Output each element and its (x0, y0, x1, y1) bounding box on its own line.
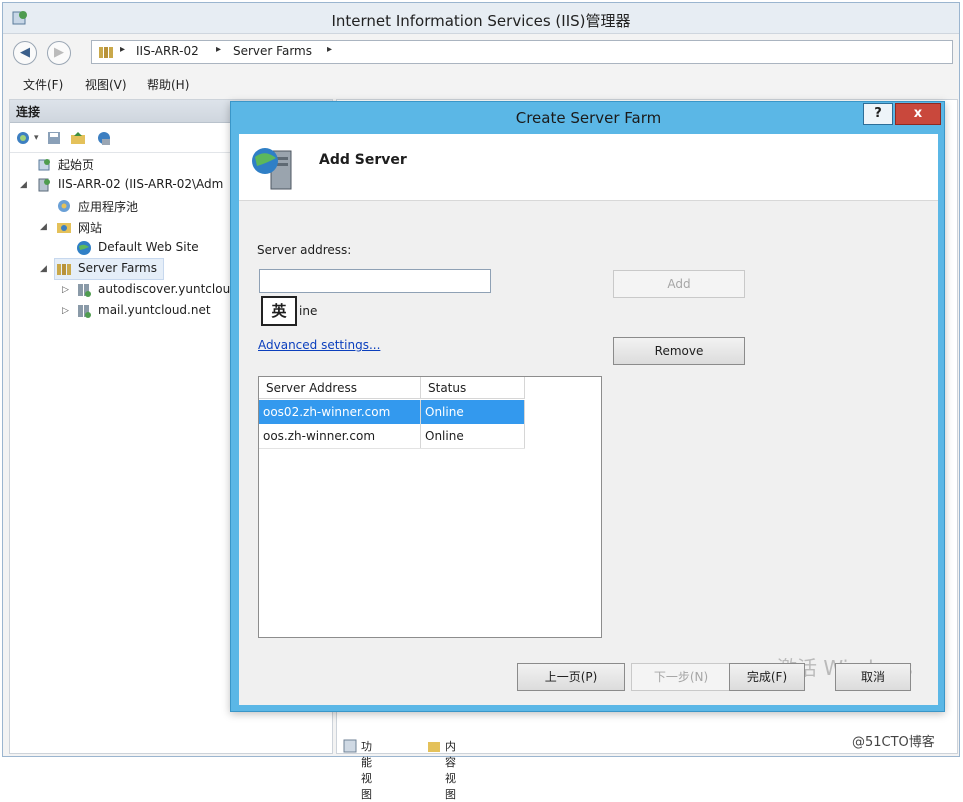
server-list[interactable]: Server Address Status oos02.zh-winner.co… (258, 376, 602, 638)
connections-title: 连接 (16, 105, 41, 119)
sites-folder-icon (57, 223, 71, 233)
create-server-farm-dialog: Create Server Farm ? x Add Server Server… (230, 101, 945, 712)
ime-indicator: 英 (261, 296, 297, 326)
address-bar[interactable]: ▸ IIS-ARR-02 ▸ Server Farms ▸ (91, 40, 953, 64)
tree-item-sites[interactable]: 网站 (78, 219, 102, 236)
breadcrumb-server-farms[interactable]: Server Farms (233, 44, 312, 58)
tab-features-view[interactable]: 功能视图 (361, 738, 372, 802)
breadcrumb-separator: ▸ (120, 44, 126, 55)
farm-icon (78, 284, 91, 297)
up-folder-icon[interactable] (70, 130, 86, 146)
header-title: Add Server (319, 152, 407, 168)
chevron-down-icon[interactable]: ▾ (34, 133, 39, 143)
tree-expand-icon[interactable]: ▷ (62, 306, 69, 316)
tree-collapse-icon[interactable]: ◢ (40, 222, 47, 232)
tree-item-mail[interactable]: mail.yuntcloud.net (98, 303, 211, 317)
online-label: ine (299, 304, 318, 318)
connect-icon[interactable] (16, 130, 32, 146)
tree-item-start-page[interactable]: 起始页 (58, 156, 94, 173)
title-bar: Internet Information Services (IIS)管理器 (3, 3, 959, 34)
start-page-icon (38, 159, 50, 171)
table-row[interactable]: oos02.zh-winner.com Online (259, 400, 525, 424)
menu-view[interactable]: 视图(V) (85, 76, 127, 93)
cell-server-address: oos02.zh-winner.com (259, 400, 421, 424)
menu-help[interactable]: 帮助(H) (147, 76, 189, 93)
column-header-server-address[interactable]: Server Address (259, 377, 421, 399)
navigation-bar: ◀ ▶ ▸ IIS-ARR-02 ▸ Server Farms ▸ (3, 34, 959, 72)
advanced-settings-link[interactable]: Advanced settings... (258, 338, 380, 352)
cell-server-address: oos.zh-winner.com (259, 424, 421, 448)
app-pool-icon (58, 200, 70, 212)
close-button[interactable]: x (895, 103, 941, 125)
tree-item-default-web-site[interactable]: Default Web Site (98, 240, 199, 254)
finish-button[interactable]: 完成(F) (729, 663, 805, 691)
server-globe-icon (252, 148, 292, 190)
window-title: Internet Information Services (IIS)管理器 (331, 12, 631, 30)
server-address-input[interactable] (259, 269, 491, 293)
menu-file[interactable]: 文件(F) (23, 76, 63, 93)
features-view-icon (343, 739, 357, 753)
globe-icon (77, 241, 91, 255)
wizard-header: Add Server (239, 134, 938, 201)
breadcrumb-separator: ▸ (327, 44, 333, 55)
server-farm-icon (99, 47, 113, 58)
cell-status: Online (421, 424, 525, 448)
server-farm-icon (57, 264, 71, 275)
save-icon[interactable] (46, 130, 62, 146)
tree-expand-icon[interactable]: ▷ (62, 285, 69, 295)
cancel-button[interactable]: 取消 (835, 663, 911, 691)
tree-item-autodiscover[interactable]: autodiscover.yuntclou (98, 282, 230, 296)
tab-content-view[interactable]: 内容视图 (445, 738, 456, 802)
add-button[interactable]: Add (613, 270, 745, 298)
table-row[interactable]: oos.zh-winner.com Online (259, 424, 525, 449)
dialog-title: Create Server Farm (515, 109, 662, 127)
tree-collapse-icon[interactable]: ◢ (40, 264, 47, 274)
help-button[interactable]: ? (863, 103, 893, 125)
server-icon (38, 178, 50, 192)
watermark: @51CTO博客 (852, 735, 935, 750)
remove-button[interactable]: Remove (613, 337, 745, 365)
content-view-icon (428, 742, 440, 752)
farm-icon (78, 305, 91, 318)
breadcrumb-server[interactable]: IIS-ARR-02 (136, 44, 199, 58)
column-header-status[interactable]: Status (421, 377, 525, 399)
next-button[interactable]: 下一步(N) (631, 663, 731, 691)
tree-collapse-icon[interactable]: ◢ (20, 180, 27, 190)
network-icon[interactable] (96, 130, 112, 146)
dialog-body: Add Server Server address: 英 ine Advance… (239, 134, 938, 705)
menu-bar: 文件(F) 视图(V) 帮助(H) (3, 72, 959, 96)
forward-button[interactable]: ▶ (47, 41, 71, 65)
cell-status: Online (421, 400, 525, 424)
back-button[interactable]: ◀ (13, 41, 37, 65)
tree-item-server-farms[interactable]: Server Farms (78, 261, 157, 275)
previous-button[interactable]: 上一页(P) (517, 663, 625, 691)
tree-item-server[interactable]: IIS-ARR-02 (IIS-ARR-02\Adm (58, 177, 223, 191)
server-address-label: Server address: (257, 243, 352, 257)
breadcrumb-separator: ▸ (216, 44, 222, 55)
tree-item-app-pools[interactable]: 应用程序池 (78, 198, 138, 215)
